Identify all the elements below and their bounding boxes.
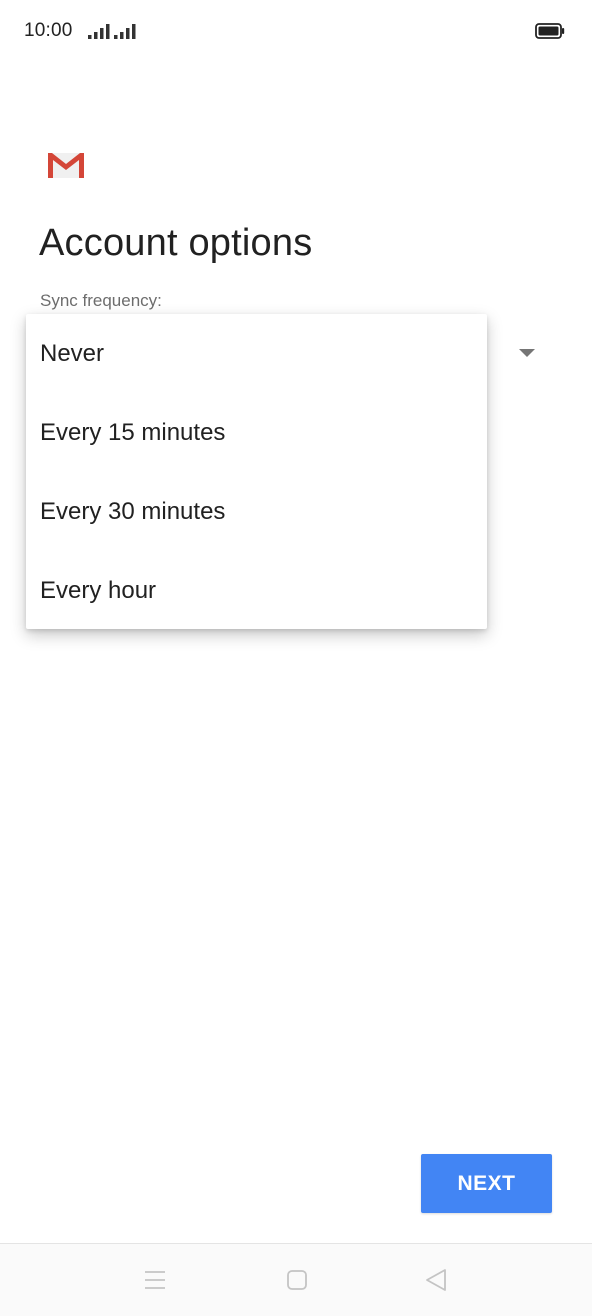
sync-frequency-label: Sync frequency:: [40, 291, 162, 310]
battery-icon: [535, 23, 565, 39]
menu-icon[interactable]: [143, 1268, 167, 1292]
page-title: Account options: [39, 222, 313, 264]
next-button[interactable]: NEXT: [421, 1154, 552, 1213]
option-every-30-minutes[interactable]: Every 30 minutes: [26, 472, 487, 551]
option-every-15-minutes[interactable]: Every 15 minutes: [26, 393, 487, 472]
signal-icon: [114, 24, 136, 39]
back-icon[interactable]: [424, 1268, 448, 1292]
option-never[interactable]: Never: [26, 314, 487, 393]
home-icon[interactable]: [285, 1268, 309, 1292]
option-every-hour[interactable]: Every hour: [26, 551, 487, 630]
signal-icon: [88, 24, 110, 39]
navigation-bar: [0, 1243, 592, 1316]
gmail-logo: [48, 153, 84, 178]
dropdown-arrow-icon[interactable]: [517, 347, 537, 359]
sync-frequency-dropdown-menu: Never Every 15 minutes Every 30 minutes …: [26, 314, 487, 629]
status-time: 10:00: [24, 20, 73, 41]
status-bar: 10:00: [0, 0, 592, 62]
